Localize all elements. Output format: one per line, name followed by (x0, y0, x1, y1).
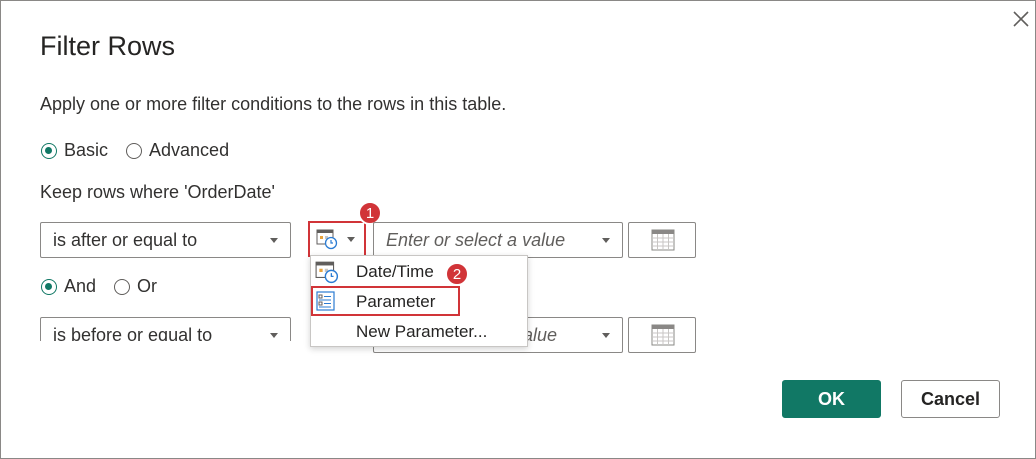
chevron-down-icon (270, 333, 278, 338)
operator-select-1[interactable]: is after or equal to (40, 222, 291, 258)
calendar-button-1[interactable] (628, 222, 696, 258)
operator-select-1-value: is after or equal to (53, 229, 198, 250)
value-input-1[interactable]: Enter or select a value (373, 222, 623, 258)
radio-checked-icon (41, 278, 57, 295)
menu-item-date-time[interactable]: Date/Time (311, 257, 527, 287)
callout-badge-2: 2 (445, 262, 469, 286)
chevron-down-icon (270, 238, 278, 243)
filter-rows-dialog: Filter Rows Apply one or more filter con… (0, 0, 1036, 459)
menu-item-parameter[interactable]: Parameter (311, 287, 527, 317)
radio-or-label: Or (137, 276, 158, 296)
dialog-description: Apply one or more filter conditions to t… (40, 94, 507, 114)
chevron-down-icon (602, 238, 610, 243)
radio-unchecked-icon (126, 142, 143, 159)
radio-or[interactable]: Or (114, 276, 157, 297)
logic-radio-group: And Or (41, 276, 175, 297)
operator-select-2[interactable]: is before or equal to (40, 317, 291, 341)
radio-advanced[interactable]: Advanced (126, 140, 229, 161)
close-button[interactable] (1009, 7, 1033, 31)
chevron-down-icon (347, 237, 355, 242)
mode-radio-group: Basic Advanced (41, 140, 247, 161)
date-time-icon (315, 261, 339, 284)
calendar-icon (651, 324, 675, 346)
radio-basic[interactable]: Basic (41, 140, 108, 161)
radio-basic-label: Basic (64, 140, 109, 160)
menu-item-new-parameter-label: New Parameter... (356, 322, 488, 341)
menu-item-parameter-label: Parameter (356, 292, 436, 311)
calendar-icon (651, 229, 675, 251)
cancel-button[interactable]: Cancel (901, 380, 1000, 418)
value-type-button[interactable] (308, 221, 366, 257)
radio-and-label: And (64, 276, 97, 296)
calendar-button-2[interactable] (628, 317, 696, 353)
ok-button[interactable]: OK (782, 380, 881, 418)
radio-and[interactable]: And (41, 276, 96, 297)
radio-unchecked-icon (114, 278, 131, 295)
date-time-icon (316, 229, 338, 250)
operator-select-2-value: is before or equal to (53, 324, 213, 342)
value-type-menu: Date/Time Parameter New Parameter... (310, 255, 528, 347)
menu-item-date-time-label: Date/Time (356, 262, 434, 281)
parameter-icon (316, 291, 335, 311)
radio-checked-icon (41, 142, 57, 159)
value-input-2-placeholder: alue (523, 324, 558, 345)
value-input-1-placeholder: Enter or select a value (386, 229, 566, 250)
radio-advanced-label: Advanced (149, 140, 230, 160)
dialog-title: Filter Rows (40, 31, 176, 61)
chevron-down-icon (602, 333, 610, 338)
keep-rows-label: Keep rows where 'OrderDate' (40, 182, 275, 202)
close-icon (1013, 11, 1029, 27)
menu-item-new-parameter[interactable]: New Parameter... (311, 317, 527, 347)
